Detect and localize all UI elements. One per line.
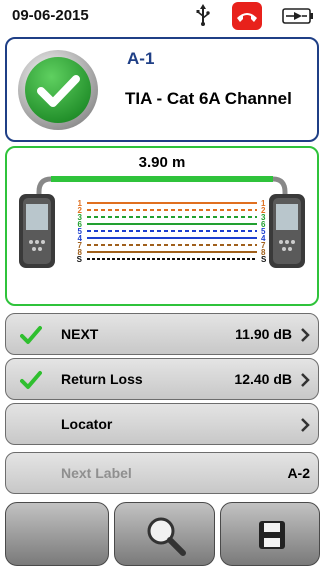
- phone-hangup-icon[interactable]: [232, 2, 262, 30]
- pin-label-left-s: S: [77, 255, 83, 264]
- pass-check-icon: [18, 50, 98, 130]
- next-label-label: Next Label: [61, 465, 132, 481]
- blank-button[interactable]: [5, 502, 109, 566]
- pass-check-icon: [20, 371, 42, 389]
- result-row-return-loss[interactable]: Return Loss 12.40 dB: [5, 358, 319, 400]
- usb-icon: [196, 4, 210, 26]
- save-button[interactable]: [220, 502, 320, 566]
- wiremap-panel[interactable]: 3.90 m 1 2 3 6 5 4 7 8 S 1 2 3 6 5 4 7 8…: [5, 146, 319, 306]
- chevron-right-icon: [301, 373, 310, 387]
- cable-bar: [51, 176, 273, 182]
- test-limit: TIA - Cat 6A Channel: [125, 89, 292, 108]
- chevron-right-icon: [301, 328, 310, 342]
- main-unit-icon: [19, 194, 55, 268]
- result-row-locator[interactable]: Locator: [5, 403, 319, 445]
- row-value: 12.40 dB: [234, 371, 292, 387]
- row-label: NEXT: [61, 326, 99, 342]
- magnifier-button[interactable]: [114, 502, 215, 566]
- pass-check-icon: [20, 326, 42, 344]
- row-value: 11.90 dB: [235, 326, 292, 342]
- next-label-value: A-2: [287, 465, 310, 481]
- result-panel: A-1 TIA - Cat 6A Channel: [5, 37, 319, 142]
- pin-label-right-s: S: [261, 255, 267, 264]
- chevron-right-icon: [301, 418, 310, 432]
- wiremap-diagram: 1 2 3 6 5 4 7 8 S 1 2 3 6 5 4 7 8 S: [19, 176, 305, 268]
- magnifier-icon: [147, 517, 186, 556]
- result-row-next[interactable]: NEXT 11.90 dB: [5, 313, 319, 355]
- row-label: Return Loss: [61, 371, 143, 387]
- next-label-row[interactable]: Next Label A-2: [5, 452, 319, 494]
- row-label: Locator: [61, 416, 113, 432]
- save-icon: [259, 521, 285, 549]
- remote-unit-icon: [269, 194, 305, 268]
- status-bar: 09-06-2015: [0, 0, 325, 32]
- battery-icon: [282, 8, 313, 24]
- status-date: 09-06-2015: [12, 7, 89, 24]
- cable-id: A-1: [127, 49, 155, 68]
